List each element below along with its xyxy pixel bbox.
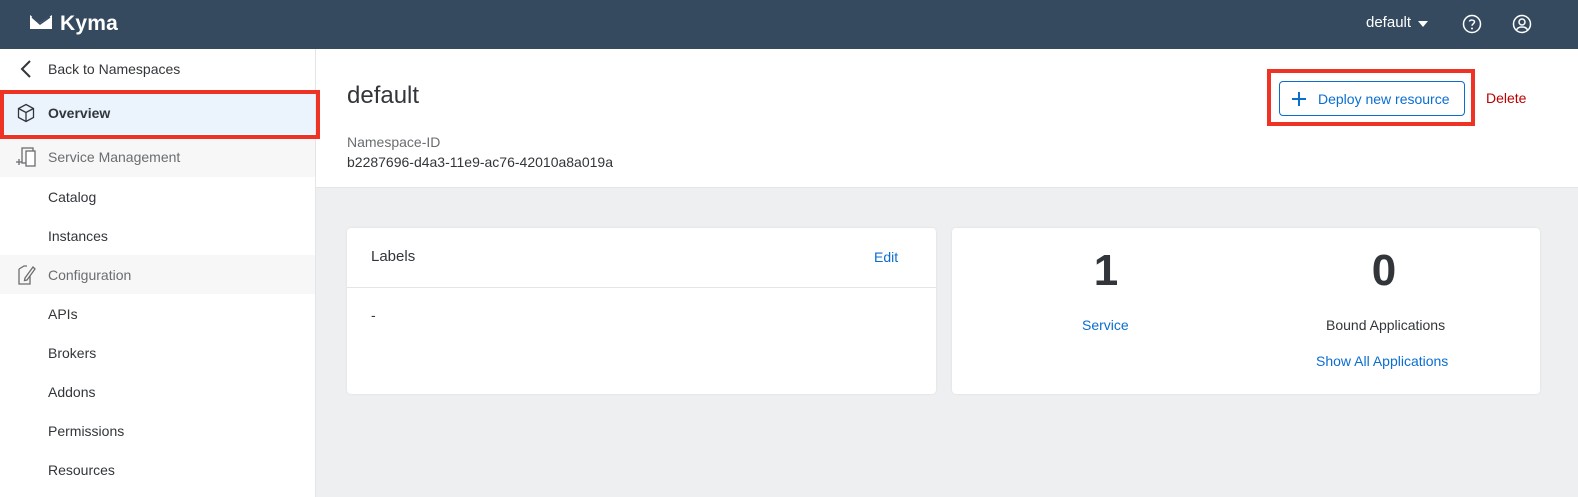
bound-applications-count: 0 bbox=[1371, 246, 1397, 295]
sidebar-nav: Back to Namespaces Overview Service Mana… bbox=[0, 49, 316, 497]
sidebar-item-label: Addons bbox=[48, 383, 96, 400]
page-header: default Namespace-ID b2287696-d4a3-11e9-… bbox=[316, 49, 1578, 188]
sidebar-item-label: Instances bbox=[48, 227, 108, 244]
plus-icon bbox=[1292, 91, 1306, 106]
configuration-icon bbox=[14, 263, 38, 287]
caret-down-icon bbox=[1418, 20, 1429, 27]
labels-panel: Labels Edit - bbox=[347, 228, 936, 394]
sidebar-item-label: APIs bbox=[48, 305, 78, 322]
service-link[interactable]: Service bbox=[1082, 317, 1129, 333]
shell-bar: Kyma default bbox=[0, 0, 1578, 49]
namespace-dropdown-label: default bbox=[1366, 14, 1412, 31]
sidebar-group-configuration[interactable]: Configuration bbox=[0, 255, 315, 294]
page-title: default bbox=[347, 82, 420, 109]
kyma-logo-icon bbox=[30, 15, 52, 29]
labels-title: Labels bbox=[371, 248, 416, 265]
back-to-namespaces-link[interactable]: Back to Namespaces bbox=[0, 49, 315, 89]
sidebar-item-label: Permissions bbox=[48, 422, 125, 439]
namespace-id-value: b2287696-d4a3-11e9-ac76-42010a8a019a bbox=[347, 154, 613, 170]
cube-icon bbox=[14, 101, 38, 125]
sidebar-item-resources[interactable]: Resources bbox=[0, 450, 315, 489]
labels-panel-header: Labels Edit bbox=[347, 228, 936, 288]
deploy-button-label: Deploy new resource bbox=[1318, 90, 1450, 107]
sidebar-item-catalog[interactable]: Catalog bbox=[0, 177, 315, 216]
sidebar-item-apis[interactable]: APIs bbox=[0, 294, 315, 333]
help-icon[interactable] bbox=[1462, 14, 1482, 34]
edit-labels-button[interactable]: Edit bbox=[874, 249, 898, 265]
sidebar-item-label: Brokers bbox=[48, 344, 97, 361]
sidebar-item-instances[interactable]: Instances bbox=[0, 216, 315, 255]
bound-applications-label: Bound Applications bbox=[1326, 317, 1446, 333]
chevron-left-icon bbox=[14, 57, 38, 81]
show-all-applications-link[interactable]: Show All Applications bbox=[1316, 353, 1448, 369]
stats-panel: 1 Service 0 Bound Applications Show All … bbox=[952, 228, 1540, 394]
namespace-dropdown[interactable]: default bbox=[1366, 14, 1429, 31]
brand-name: Kyma bbox=[60, 12, 118, 35]
overview-label: Overview bbox=[48, 105, 111, 121]
namespace-id-label: Namespace-ID bbox=[347, 134, 441, 150]
service-management-label: Service Management bbox=[48, 149, 181, 165]
sidebar-item-label: Resources bbox=[48, 461, 115, 478]
delete-namespace-button[interactable]: Delete bbox=[1486, 90, 1526, 106]
sidebar-item-addons[interactable]: Addons bbox=[0, 372, 315, 411]
service-count: 1 bbox=[1093, 246, 1119, 295]
sidebar-group-service-management[interactable]: Service Management bbox=[0, 137, 315, 177]
deploy-new-resource-button[interactable]: Deploy new resource bbox=[1279, 81, 1465, 116]
kyma-logo[interactable]: Kyma bbox=[28, 12, 118, 36]
service-management-icon bbox=[14, 145, 38, 169]
configuration-label: Configuration bbox=[48, 266, 132, 283]
user-account-icon[interactable] bbox=[1512, 14, 1532, 34]
sidebar-item-permissions[interactable]: Permissions bbox=[0, 411, 315, 450]
back-label: Back to Namespaces bbox=[48, 61, 181, 77]
sidebar-item-label: Catalog bbox=[48, 188, 97, 205]
sidebar-item-overview[interactable]: Overview bbox=[0, 92, 315, 134]
labels-value: - bbox=[371, 307, 376, 323]
sidebar-item-brokers[interactable]: Brokers bbox=[0, 333, 315, 372]
